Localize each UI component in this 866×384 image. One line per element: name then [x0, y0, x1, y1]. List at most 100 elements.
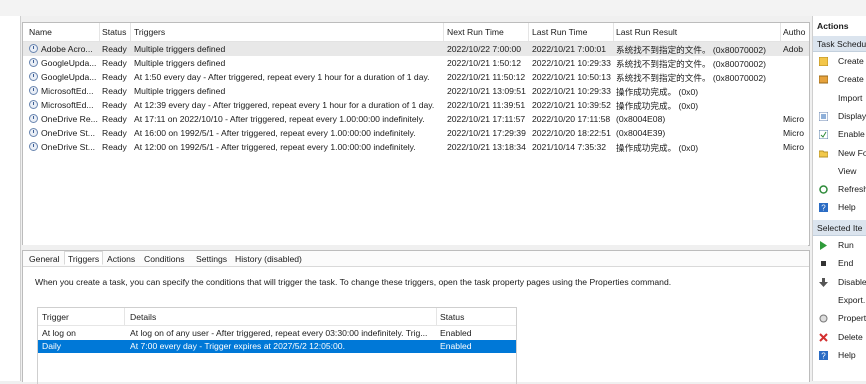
task-clock-icon — [29, 58, 38, 67]
cell-status: Enabled — [440, 328, 472, 338]
cell-status: Ready — [102, 58, 127, 68]
cell-status: Enabled — [440, 341, 472, 351]
task-name-text: Adobe Acro... — [41, 44, 93, 54]
column-name[interactable]: Name — [29, 27, 52, 37]
task-clock-icon — [29, 114, 38, 123]
cell-triggers: At 12:00 on 1992/5/1 - After triggered, … — [134, 142, 416, 152]
cell-name: GoogleUpda... — [29, 72, 99, 82]
task-row[interactable]: Adobe Acro... Ready Multiple triggers defi… — [23, 42, 809, 56]
section-label: Task Schedu — [817, 39, 866, 49]
cell-name: Adobe Acro... — [29, 44, 99, 54]
trigger-row[interactable]: Daily At 7:00 every day - Trigger expires… — [38, 340, 516, 353]
action-item[interactable]: Delete — [813, 330, 866, 345]
create-task-icon — [819, 75, 828, 84]
task-name-text: MicrosoftEd... — [41, 86, 94, 96]
task-row[interactable]: GoogleUpda... Ready At 1:50 every day - Af… — [23, 70, 809, 84]
action-item[interactable]: End — [813, 256, 866, 271]
action-label: Run — [838, 240, 854, 250]
cell-last-run-time: 2022/10/20 17:11:58 — [532, 114, 611, 124]
end-icon — [821, 261, 826, 267]
navigation-pane[interactable] — [0, 16, 21, 381]
action-item[interactable]: Propert — [813, 311, 866, 326]
task-list-header: Name Status Triggers Next Run Time Last … — [23, 23, 809, 42]
detail-tabs: General Triggers Actions Conditions Sett… — [23, 251, 809, 267]
column-status[interactable]: Status — [102, 27, 126, 37]
cell-triggers: Multiple triggers defined — [134, 86, 226, 96]
action-label: Export. — [838, 294, 866, 305]
triggers-table[interactable]: Trigger Details Status At log on At log o… — [37, 307, 517, 384]
action-item[interactable]: Enable — [813, 127, 866, 142]
action-item[interactable]: Import — [813, 91, 866, 106]
cell-next-run-time: 2022/10/21 11:39:51 — [447, 100, 526, 110]
cell-triggers: At 16:00 on 1992/5/1 - After triggered, … — [134, 128, 416, 138]
triggers-description: When you create a task, you can specify … — [35, 277, 672, 287]
tab-history[interactable]: History (disabled) — [235, 254, 302, 264]
task-row[interactable]: MicrosoftEd... Ready Multiple triggers def… — [23, 84, 809, 98]
cell-author: Micro — [783, 142, 805, 152]
column-status[interactable]: Status — [440, 312, 464, 322]
tab-triggers[interactable]: Triggers — [64, 251, 104, 265]
tab-actions[interactable]: Actions — [107, 254, 135, 264]
cell-triggers: Multiple triggers defined — [134, 58, 226, 68]
cell-details: At log on of any user - After triggered,… — [130, 328, 428, 338]
action-item[interactable]: Create — [813, 54, 866, 69]
delete-icon — [819, 332, 828, 342]
action-item[interactable]: Run — [813, 238, 866, 253]
cell-name: GoogleUpda... — [29, 58, 99, 68]
properties-icon — [819, 314, 828, 323]
triggers-table-header: Trigger Details Status — [38, 308, 516, 326]
section-task-scheduler[interactable]: Task Schedu — [813, 36, 866, 52]
task-row[interactable]: OneDrive St... Ready At 16:00 on 1992/5/1 … — [23, 126, 809, 140]
task-clock-icon — [29, 142, 38, 151]
tab-conditions[interactable]: Conditions — [144, 254, 185, 264]
cell-details: At 7:00 every day - Trigger expires at 2… — [130, 341, 345, 351]
task-row[interactable]: OneDrive Re... Ready At 17:11 on 2022/10/1… — [23, 112, 809, 126]
task-name-text: OneDrive St... — [41, 128, 95, 138]
column-author[interactable]: Autho — [783, 27, 805, 37]
task-clock-icon — [29, 44, 38, 53]
task-clock-icon — [29, 100, 38, 109]
column-trigger[interactable]: Trigger — [42, 312, 69, 322]
svg-text:?: ? — [821, 351, 826, 360]
help-icon: ? — [819, 203, 828, 213]
action-label: End — [838, 258, 854, 269]
action-item[interactable]: Export. — [813, 293, 866, 308]
action-item[interactable]: New Fo — [813, 146, 866, 161]
action-item[interactable]: Disable — [813, 275, 866, 290]
tab-settings[interactable]: Settings — [196, 254, 227, 264]
column-last-run-result[interactable]: Last Run Result — [616, 27, 677, 37]
action-item[interactable]: Refresh — [813, 182, 866, 197]
column-details[interactable]: Details — [130, 312, 156, 322]
action-item[interactable]: Display — [813, 109, 866, 124]
column-last-run-time[interactable]: Last Run Time — [532, 27, 587, 37]
column-triggers[interactable]: Triggers — [134, 27, 165, 37]
action-item[interactable]: View — [813, 164, 866, 179]
action-item[interactable]: ? Help — [813, 348, 866, 363]
section-selected-item[interactable]: Selected Ite — [813, 220, 866, 236]
action-item[interactable]: Create — [813, 72, 866, 87]
refresh-icon — [819, 185, 828, 194]
task-row[interactable]: OneDrive St... Ready At 12:00 on 1992/5/1 … — [23, 140, 809, 154]
column-next-run-time[interactable]: Next Run Time — [447, 27, 504, 37]
action-label: Display — [838, 110, 866, 121]
cell-name: OneDrive St... — [29, 142, 99, 152]
tab-general[interactable]: General — [29, 254, 60, 264]
run-icon — [820, 241, 827, 250]
cell-last-run-result: (0x8004E39) — [616, 128, 666, 138]
task-row[interactable]: MicrosoftEd... Ready At 12:39 every day - … — [23, 98, 809, 112]
cell-last-run-result: 操作成功完成。 (0x0) — [616, 143, 699, 153]
task-list[interactable]: Name Status Triggers Next Run Time Last … — [22, 22, 810, 246]
actions-pane: Actions Task Schedu Create Create Import Di… — [812, 16, 866, 381]
cell-status: Ready — [102, 72, 127, 82]
task-row[interactable]: GoogleUpda... Ready Multiple triggers defi… — [23, 56, 809, 70]
section-label: Selected Ite — [817, 223, 863, 233]
task-clock-icon — [29, 128, 38, 137]
action-item[interactable]: ? Help — [813, 200, 866, 215]
task-name-text: GoogleUpda... — [41, 58, 97, 68]
trigger-row[interactable]: At log on At log on of any user - After t… — [38, 327, 516, 340]
cell-last-run-result: 操作成功完成。 (0x0) — [616, 101, 699, 111]
action-label: Create — [838, 74, 864, 85]
cell-next-run-time: 2022/10/21 13:18:34 — [447, 142, 526, 152]
cell-trigger: At log on — [42, 328, 76, 338]
task-detail-pane: General Triggers Actions Conditions Sett… — [22, 250, 810, 384]
